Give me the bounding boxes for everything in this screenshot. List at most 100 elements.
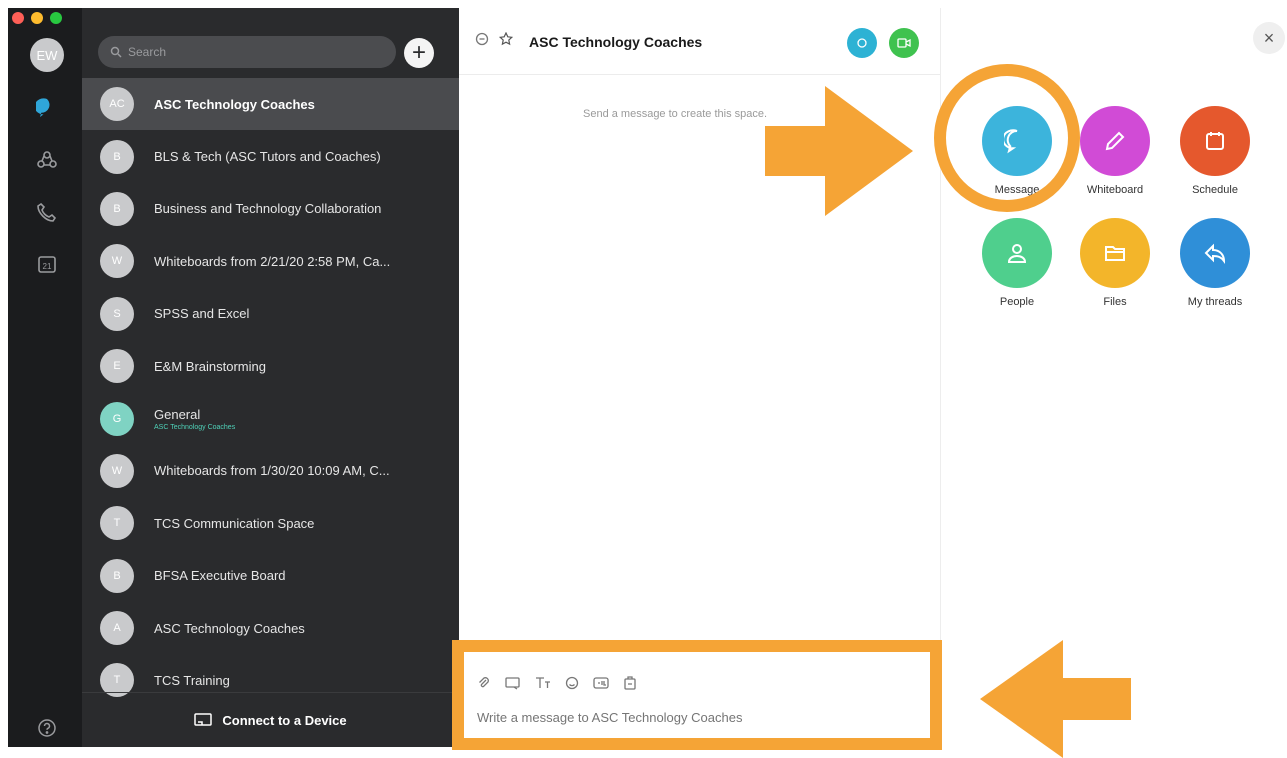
add-space-button[interactable]: + xyxy=(404,38,434,68)
space-name: BFSA Executive Board xyxy=(154,568,286,584)
screen-share-icon xyxy=(194,713,213,726)
people-action[interactable]: People xyxy=(962,218,1072,308)
my-threads-action-label: My threads xyxy=(1187,296,1243,308)
space-list-item[interactable]: E E&M Brainstorming xyxy=(82,340,459,392)
person-icon xyxy=(1007,244,1027,263)
annotation-left-arrow xyxy=(980,640,1131,758)
my-threads-action-button[interactable] xyxy=(1180,218,1250,288)
folder-icon xyxy=(1105,246,1125,261)
space-name: Whiteboards from 1/30/20 10:09 AM, C... xyxy=(154,463,390,479)
space-avatar: E xyxy=(100,349,134,384)
space-avatar: W xyxy=(100,453,134,488)
files-action[interactable]: Files xyxy=(1060,218,1170,308)
space-name: Business and Technology Collaboration xyxy=(154,201,382,217)
annotation-circle-highlight xyxy=(934,64,1080,212)
space-list-item[interactable]: G General ASC Technology Coaches xyxy=(82,392,459,444)
people-action-label: People xyxy=(999,296,1035,308)
space-name-block: General ASC Technology Coaches xyxy=(154,407,444,431)
space-list: AC ASC Technology Coaches B BLS & Tech (ASC… xyxy=(82,78,459,707)
zoom-window-button[interactable] xyxy=(50,12,62,24)
close-panel-button[interactable]: × xyxy=(1253,22,1285,54)
space-name-block: SPSS and Excel xyxy=(154,306,444,321)
space-list-item[interactable]: B BLS & Tech (ASC Tutors and Coaches) xyxy=(82,130,459,182)
space-name: E&M Brainstorming xyxy=(154,358,266,374)
space-avatar: B xyxy=(100,191,134,226)
connect-device-label: Connect to a Device xyxy=(222,712,347,728)
space-name-block: ASC Technology Coaches xyxy=(154,621,444,636)
space-avatar: A xyxy=(100,611,134,646)
schedule-action-label: Schedule xyxy=(1192,184,1238,196)
space-name: ASC Technology Coaches xyxy=(154,96,315,112)
user-avatar[interactable]: EW xyxy=(30,38,64,72)
annotation-composer-highlight xyxy=(452,640,942,750)
window-controls xyxy=(12,12,62,24)
space-list-item[interactable]: T TCS Communication Space xyxy=(82,497,459,549)
space-name: BLS & Tech (ASC Tutors and Coaches) xyxy=(154,149,381,165)
space-list-item[interactable]: W Whiteboards from 1/30/20 10:09 AM, C... xyxy=(82,445,459,497)
conversation-header: ASC Technology Coaches xyxy=(459,8,940,75)
space-list-item[interactable]: W Whiteboards from 2/21/20 2:58 PM, Ca... xyxy=(82,235,459,287)
space-name: TCS Communication Space xyxy=(154,515,315,531)
space-name: ASC Technology Coaches xyxy=(154,620,305,636)
calls-icon[interactable] xyxy=(33,198,61,226)
info-icon[interactable] xyxy=(475,32,489,49)
files-action-label: Files xyxy=(1103,296,1127,308)
space-name-block: Business and Technology Collaboration xyxy=(154,201,444,216)
space-avatar: S xyxy=(100,296,134,331)
teams-icon[interactable] xyxy=(33,146,61,174)
whiteboard-action-label: Whiteboard xyxy=(1086,184,1144,196)
space-name-block: ASC Technology Coaches xyxy=(154,97,444,112)
close-window-button[interactable] xyxy=(12,12,24,24)
space-avatar: AC xyxy=(100,87,134,122)
schedule-action-button[interactable] xyxy=(1180,106,1250,176)
help-icon[interactable] xyxy=(33,714,61,742)
whiteboard-action-button[interactable] xyxy=(1080,106,1150,176)
files-action-button[interactable] xyxy=(1080,218,1150,288)
messaging-icon[interactable] xyxy=(33,94,61,122)
pencil-icon xyxy=(1105,131,1125,151)
video-call-button[interactable] xyxy=(889,28,919,58)
space-name-block: E&M Brainstorming xyxy=(154,359,444,374)
video-icon xyxy=(897,38,911,48)
space-list-item[interactable]: A ASC Technology Coaches xyxy=(82,602,459,654)
space-name-block: BFSA Executive Board xyxy=(154,568,444,583)
space-avatar: G xyxy=(100,401,134,436)
search-icon xyxy=(110,46,122,58)
space-avatar: W xyxy=(100,244,134,279)
space-list-item[interactable]: B BFSA Executive Board xyxy=(82,550,459,602)
meetings-calendar-icon[interactable]: 21 xyxy=(33,250,61,278)
space-name: TCS Training xyxy=(154,672,230,688)
my-threads-action[interactable]: My threads xyxy=(1160,218,1270,308)
search-field[interactable]: Search xyxy=(98,36,396,68)
space-avatar: T xyxy=(100,506,134,541)
space-name: General xyxy=(154,406,201,422)
space-name: SPSS and Excel xyxy=(154,306,250,322)
meeting-icon xyxy=(857,38,867,48)
svg-text:21: 21 xyxy=(43,262,52,271)
conversation-title: ASC Technology Coaches xyxy=(529,34,703,50)
schedule-action[interactable]: Schedule xyxy=(1160,106,1270,196)
people-action-button[interactable] xyxy=(982,218,1052,288)
space-name-block: TCS Communication Space xyxy=(154,516,444,531)
space-name: Whiteboards from 2/21/20 2:58 PM, Ca... xyxy=(154,253,391,269)
schedule-meeting-button[interactable] xyxy=(847,28,877,58)
space-subtitle: ASC Technology Coaches xyxy=(154,423,236,431)
space-list-panel: Search + AC ASC Technology Coaches B BLS & … xyxy=(82,8,459,747)
search-placeholder: Search xyxy=(128,45,167,59)
minimize-window-button[interactable] xyxy=(31,12,43,24)
space-name-block: BLS & Tech (ASC Tutors and Coaches) xyxy=(154,149,444,164)
reply-icon xyxy=(1204,243,1226,265)
space-list-item[interactable]: B Business and Technology Collaboration xyxy=(82,183,459,235)
space-name-block: Whiteboards from 2/21/20 2:58 PM, Ca... xyxy=(154,254,444,269)
space-name-block: TCS Training xyxy=(154,673,444,688)
space-avatar: B xyxy=(100,139,134,174)
favorite-star-icon[interactable] xyxy=(498,31,514,49)
calendar-icon xyxy=(1206,132,1224,150)
space-name-block: Whiteboards from 1/30/20 10:09 AM, C... xyxy=(154,463,444,478)
space-avatar: B xyxy=(100,558,134,593)
space-list-item[interactable]: AC ASC Technology Coaches xyxy=(82,78,459,131)
nav-rail: EW 21 xyxy=(8,8,82,747)
annotation-right-arrow xyxy=(765,86,913,216)
space-list-item[interactable]: S SPSS and Excel xyxy=(82,288,459,340)
connect-device-button[interactable]: Connect to a Device xyxy=(82,692,459,747)
